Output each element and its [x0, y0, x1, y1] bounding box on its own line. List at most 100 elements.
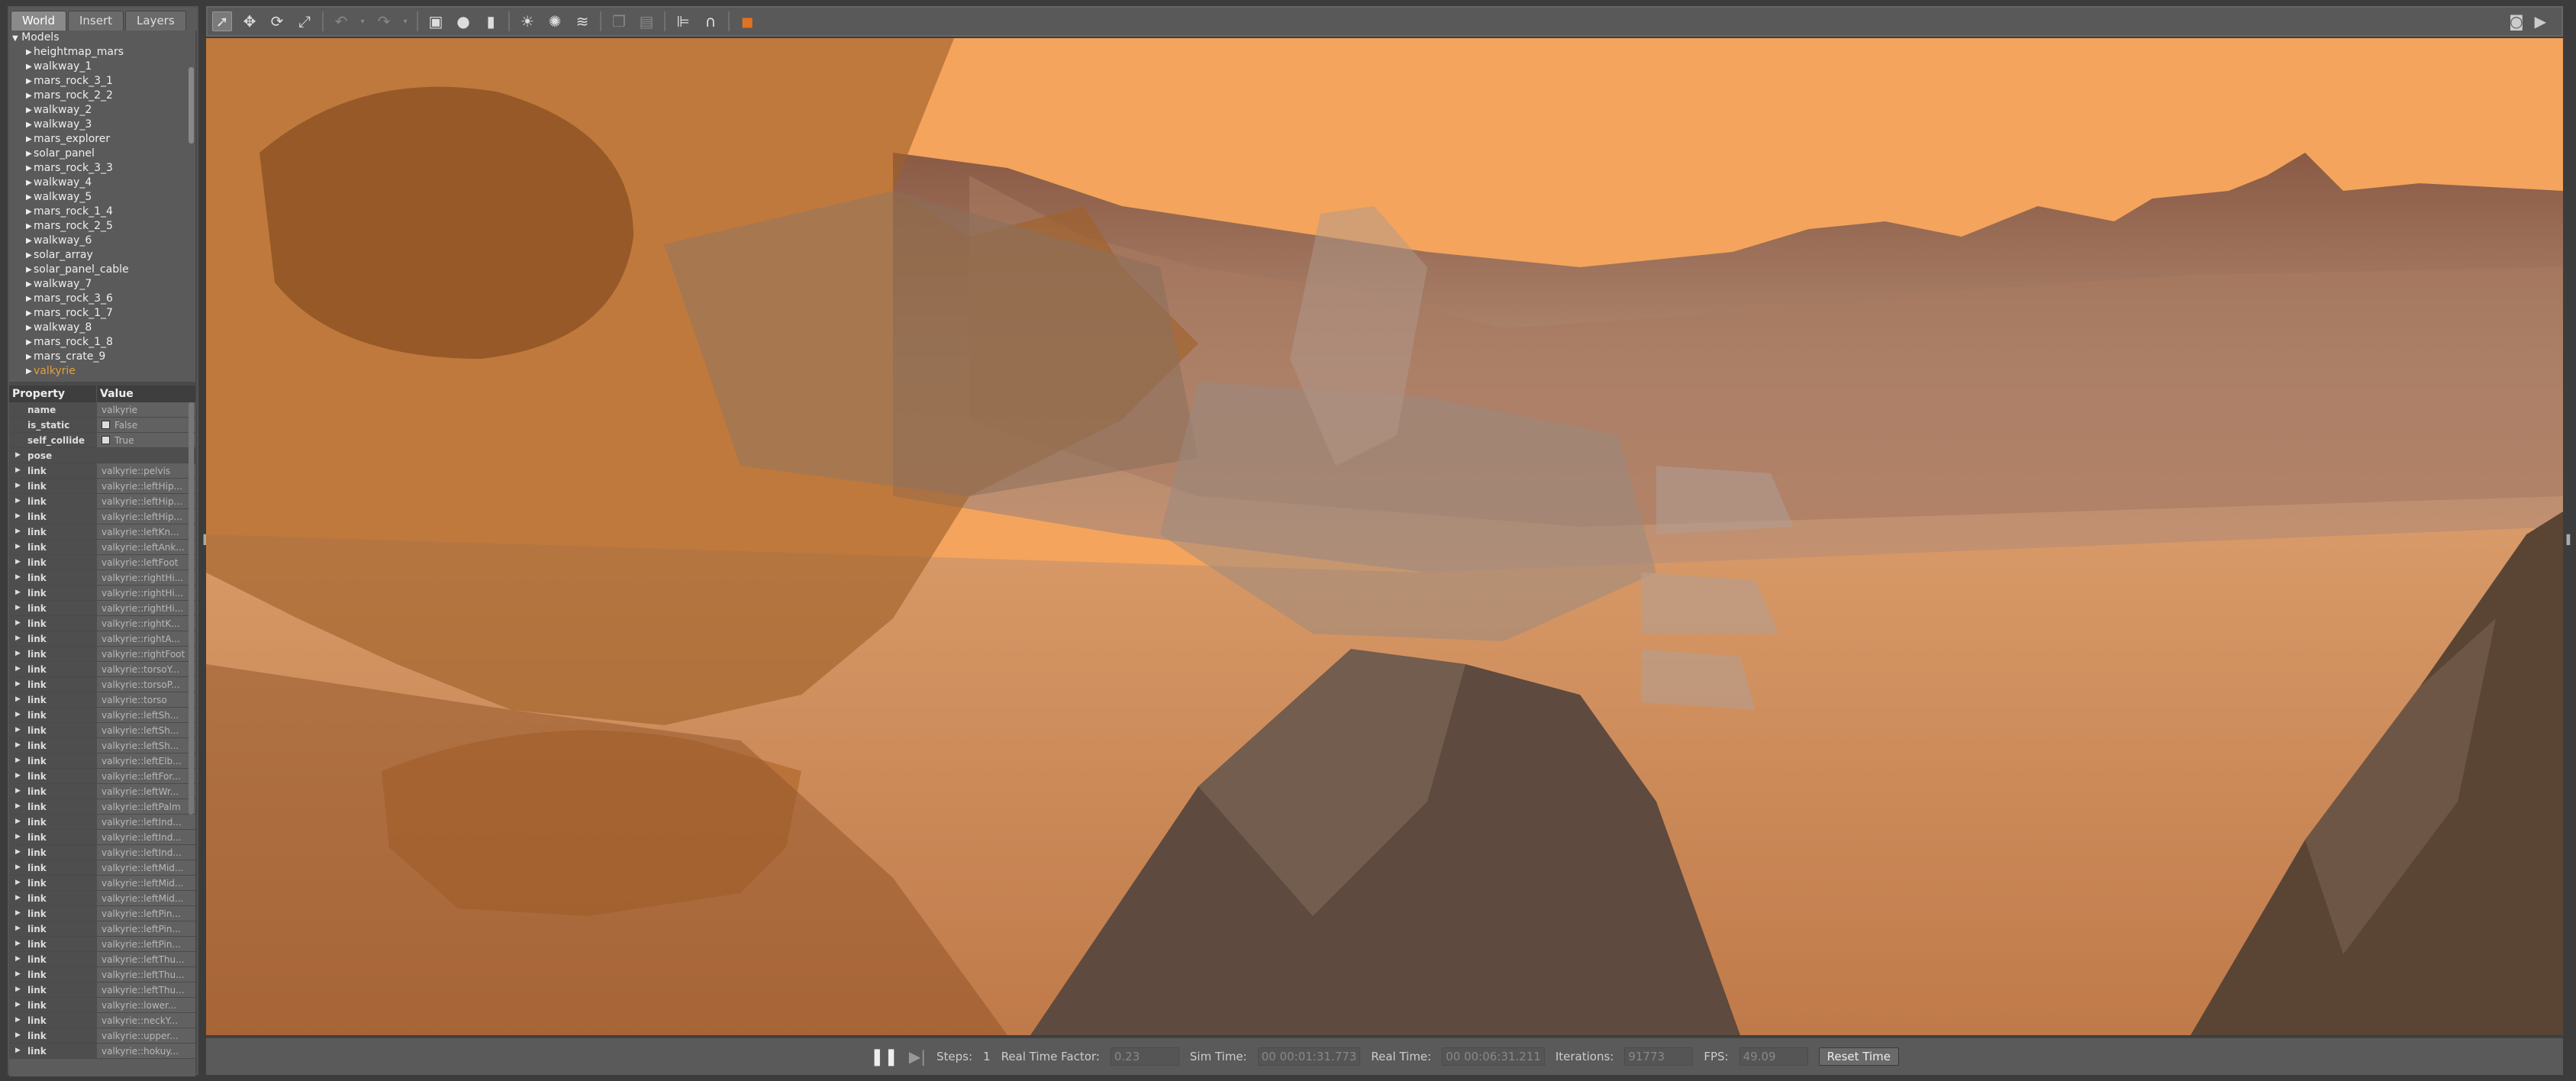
expand-arrow-icon[interactable]: ▶ [26, 45, 32, 60]
snap-icon[interactable]: ∩ [701, 11, 721, 31]
expand-arrow-icon[interactable]: ▶ [15, 558, 21, 566]
tree-item[interactable]: ▶ solar_panel [9, 147, 195, 161]
tree-item[interactable]: ▶ walkway_5 [9, 190, 195, 205]
tree-item[interactable]: ▶ mars_rock_2_2 [9, 89, 195, 103]
expand-arrow-icon[interactable]: ▶ [26, 277, 32, 292]
undo-icon[interactable]: ↶ [331, 11, 351, 31]
prop-row-link[interactable]: ▶ link valkyrie::leftInd... [9, 815, 195, 830]
rotate-icon[interactable]: ⟳ [267, 11, 287, 31]
expand-arrow-icon[interactable]: ▶ [26, 234, 32, 248]
prop-row-link[interactable]: ▶ link valkyrie::torso [9, 692, 195, 708]
color-icon[interactable]: ◼ [737, 11, 757, 31]
prop-value-is-static[interactable]: False [97, 418, 195, 432]
prop-row-link[interactable]: ▶ link valkyrie::leftThu... [9, 967, 195, 983]
expand-arrow-icon[interactable]: ▶ [15, 970, 21, 978]
select-icon[interactable]: ➚ [212, 11, 232, 31]
step-icon[interactable]: ▶| [909, 1047, 926, 1066]
expand-arrow-icon[interactable]: ▶ [15, 543, 21, 550]
expand-arrow-icon[interactable]: ▶ [26, 190, 32, 205]
expand-arrow-icon[interactable]: ▶ [15, 955, 21, 963]
expand-arrow-icon[interactable]: ▶ [15, 894, 21, 902]
tree-item[interactable]: ▶ walkway_3 [9, 118, 195, 132]
expand-arrow-icon[interactable]: ▶ [15, 1001, 21, 1008]
expand-arrow-icon[interactable]: ▶ [15, 863, 21, 871]
expand-arrow-icon[interactable]: ▶ [15, 711, 21, 718]
expand-arrow-icon[interactable]: ▶ [15, 772, 21, 779]
prop-row-link[interactable]: ▶ link valkyrie::leftFoot [9, 555, 195, 570]
camera-icon[interactable]: ◙ [2509, 12, 2523, 31]
align-icon[interactable]: ⊫ [673, 11, 693, 31]
prop-row-link[interactable]: ▶ link valkyrie::hokuy... [9, 1044, 195, 1059]
expand-arrow-icon[interactable]: ▶ [26, 335, 32, 350]
tree-item[interactable]: ▶ walkway_2 [9, 103, 195, 118]
right-splitter-handle[interactable]: ▐ [2563, 534, 2570, 545]
expand-arrow-icon[interactable]: ▶ [15, 833, 21, 841]
expand-arrow-icon[interactable]: ▶ [15, 787, 21, 795]
expand-arrow-icon[interactable]: ▶ [26, 292, 32, 306]
expand-arrow-icon[interactable]: ▶ [26, 205, 32, 219]
expand-arrow-icon[interactable]: ▶ [15, 879, 21, 886]
expand-arrow-icon[interactable]: ▶ [26, 321, 32, 335]
tree-item[interactable]: ▶ walkway_8 [9, 321, 195, 335]
prop-row-link[interactable]: ▶ link valkyrie::rightHi... [9, 586, 195, 601]
prop-row-link[interactable]: ▶ link valkyrie::leftSh... [9, 723, 195, 738]
translate-icon[interactable]: ✥ [240, 11, 260, 31]
expand-arrow-icon[interactable]: ▶ [15, 466, 21, 474]
expand-arrow-icon[interactable]: ▶ [15, 1031, 21, 1039]
prop-row-link[interactable]: ▶ link valkyrie::leftAnk... [9, 540, 195, 555]
tree-item[interactable]: ▶ mars_rock_1_8 [9, 335, 195, 350]
prop-row-link[interactable]: ▶ link valkyrie::rightFoot [9, 647, 195, 662]
expand-arrow-icon[interactable]: ▼ [12, 34, 18, 43]
tab-insert[interactable]: Insert [68, 11, 124, 31]
expand-arrow-icon[interactable]: ▶ [15, 482, 21, 489]
prop-row-link[interactable]: ▶ link valkyrie::leftMid... [9, 860, 195, 876]
prop-row-link[interactable]: ▶ link valkyrie::leftKn... [9, 524, 195, 540]
tree-item[interactable]: ▶ mars_rock_1_7 [9, 306, 195, 321]
expand-arrow-icon[interactable]: ▶ [15, 497, 21, 505]
expand-arrow-icon[interactable]: ▶ [15, 695, 21, 703]
expand-arrow-icon[interactable]: ▶ [15, 757, 21, 764]
paste-icon[interactable]: ▤ [637, 11, 656, 31]
prop-row-link[interactable]: ▶ link valkyrie::leftHip... [9, 479, 195, 494]
scale-icon[interactable]: ⤢ [295, 11, 314, 31]
box-icon[interactable]: ▣ [426, 11, 446, 31]
redo-dropdown-icon[interactable]: ▾ [401, 11, 409, 31]
undo-dropdown-icon[interactable]: ▾ [359, 11, 366, 31]
prop-row-link[interactable]: ▶ link valkyrie::torsoY... [9, 662, 195, 677]
reset-time-button[interactable]: Reset Time [1818, 1047, 1899, 1066]
property-scrollbar[interactable] [189, 402, 194, 815]
prop-row-link[interactable]: ▶ link valkyrie::leftWr... [9, 784, 195, 799]
prop-row-link[interactable]: ▶ link valkyrie::leftThu... [9, 983, 195, 998]
prop-row-link[interactable]: ▶ link valkyrie::rightHi... [9, 601, 195, 616]
expand-arrow-icon[interactable]: ▶ [15, 589, 21, 596]
tree-item[interactable]: ▶ solar_panel_cable [9, 263, 195, 277]
expand-arrow-icon[interactable]: ▶ [15, 726, 21, 734]
expand-arrow-icon[interactable]: ▶ [26, 263, 32, 277]
prop-row-link[interactable]: ▶ link valkyrie::torsoP... [9, 677, 195, 692]
tree-item[interactable]: ▶ mars_rock_2_5 [9, 219, 195, 234]
tab-world[interactable]: World [11, 11, 66, 31]
expand-arrow-icon[interactable]: ▶ [26, 132, 32, 147]
tree-item[interactable]: ▶ mars_explorer [9, 132, 195, 147]
prop-row-link[interactable]: ▶ link valkyrie::leftElb... [9, 753, 195, 769]
prop-row-pose[interactable]: ▶ pose [9, 448, 195, 463]
prop-row-link[interactable]: ▶ link valkyrie::neckY... [9, 1013, 195, 1028]
expand-arrow-icon[interactable]: ▶ [15, 818, 21, 825]
expand-arrow-icon[interactable]: ▶ [15, 741, 21, 749]
prop-row-link[interactable]: ▶ link valkyrie::lower... [9, 998, 195, 1013]
prop-row-link[interactable]: ▶ link valkyrie::pelvis [9, 463, 195, 479]
tree-item[interactable]: ▶ solar_array [9, 248, 195, 263]
tree-item[interactable]: ▶ mars_crate_9 [9, 350, 195, 364]
spot-light-icon[interactable]: ≋ [572, 11, 592, 31]
sphere-icon[interactable]: ● [453, 11, 473, 31]
prop-row-link[interactable]: ▶ link valkyrie::leftMid... [9, 876, 195, 891]
expand-arrow-icon[interactable]: ▶ [26, 176, 32, 190]
video-icon[interactable]: ▶ [2535, 12, 2546, 31]
tree-item[interactable]: ▶ mars_rock_3_1 [9, 74, 195, 89]
expand-arrow-icon[interactable]: ▶ [26, 147, 32, 161]
expand-arrow-icon[interactable]: ▶ [26, 364, 32, 379]
pause-icon[interactable]: ❚❚ [870, 1047, 898, 1066]
prop-row-link[interactable]: ▶ link valkyrie::rightK... [9, 616, 195, 631]
prop-row-link[interactable]: ▶ link valkyrie::leftPin... [9, 906, 195, 921]
redo-icon[interactable]: ↷ [374, 11, 394, 31]
